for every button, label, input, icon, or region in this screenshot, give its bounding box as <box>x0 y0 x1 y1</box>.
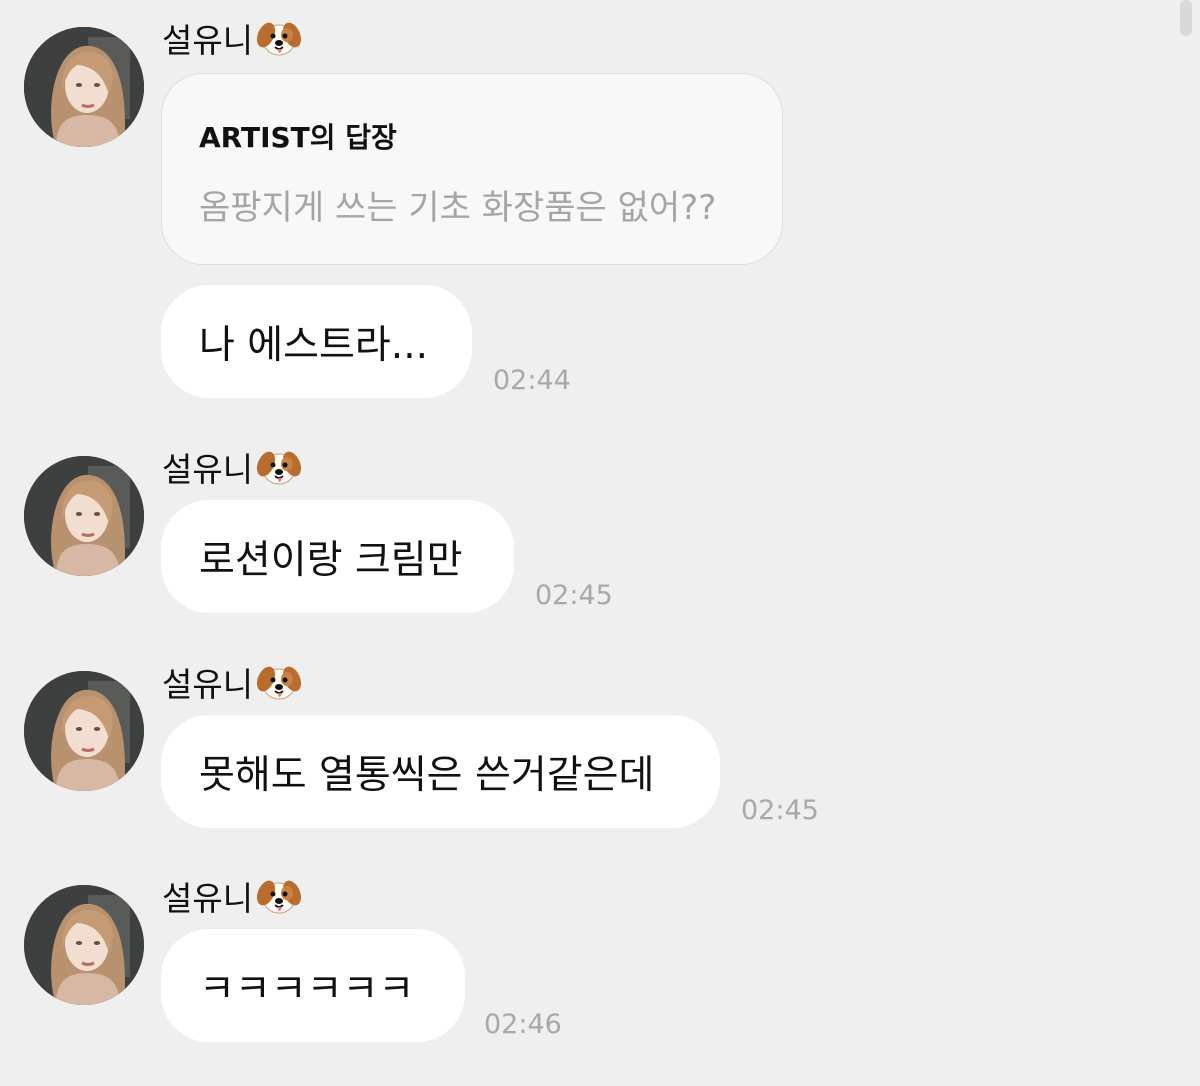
message-bubble[interactable]: 나 에스트라... <box>161 285 472 398</box>
sender-name-text: 설유니 <box>162 665 254 704</box>
message-text: ㅋㅋㅋㅋㅋㅋ <box>199 966 415 1012</box>
timestamp: 02:44 <box>493 365 571 396</box>
message-bubble[interactable]: 못해도 열통씩은 쓴거같은데 <box>161 715 720 828</box>
scrollbar[interactable] <box>1180 0 1192 36</box>
reply-card[interactable]: ARTIST의 답장 옴팡지게 쓰는 기초 화장품은 없어?? <box>161 73 783 265</box>
reply-title: ARTIST의 답장 <box>199 121 397 154</box>
timestamp: 02:46 <box>484 1009 562 1040</box>
dog-face-icon <box>256 15 302 61</box>
avatar[interactable] <box>24 27 144 147</box>
message-text: 못해도 열통씩은 쓴거같은데 <box>199 752 655 798</box>
sender-name-text: 설유니 <box>162 450 254 489</box>
sender-name: 설유니 <box>162 872 302 920</box>
sender-name: 설유니 <box>162 14 302 62</box>
avatar[interactable] <box>24 885 144 1005</box>
message-text: 나 에스트라... <box>199 322 428 368</box>
message-bubble[interactable]: ㅋㅋㅋㅋㅋㅋ <box>161 929 465 1042</box>
dog-face-icon <box>256 873 302 919</box>
dog-face-icon <box>256 659 302 705</box>
sender-name-text: 설유니 <box>162 21 254 60</box>
message-bubble[interactable]: 로션이랑 크림만 <box>161 500 514 613</box>
sender-name: 설유니 <box>162 658 302 706</box>
sender-name-text: 설유니 <box>162 879 254 918</box>
reply-quote: 옴팡지게 쓰는 기초 화장품은 없어?? <box>199 188 717 228</box>
timestamp: 02:45 <box>535 580 613 611</box>
message-text: 로션이랑 크림만 <box>199 537 463 583</box>
timestamp: 02:45 <box>741 795 819 826</box>
avatar[interactable] <box>24 456 144 576</box>
avatar[interactable] <box>24 671 144 791</box>
dog-face-icon <box>256 444 302 490</box>
sender-name: 설유니 <box>162 443 302 491</box>
